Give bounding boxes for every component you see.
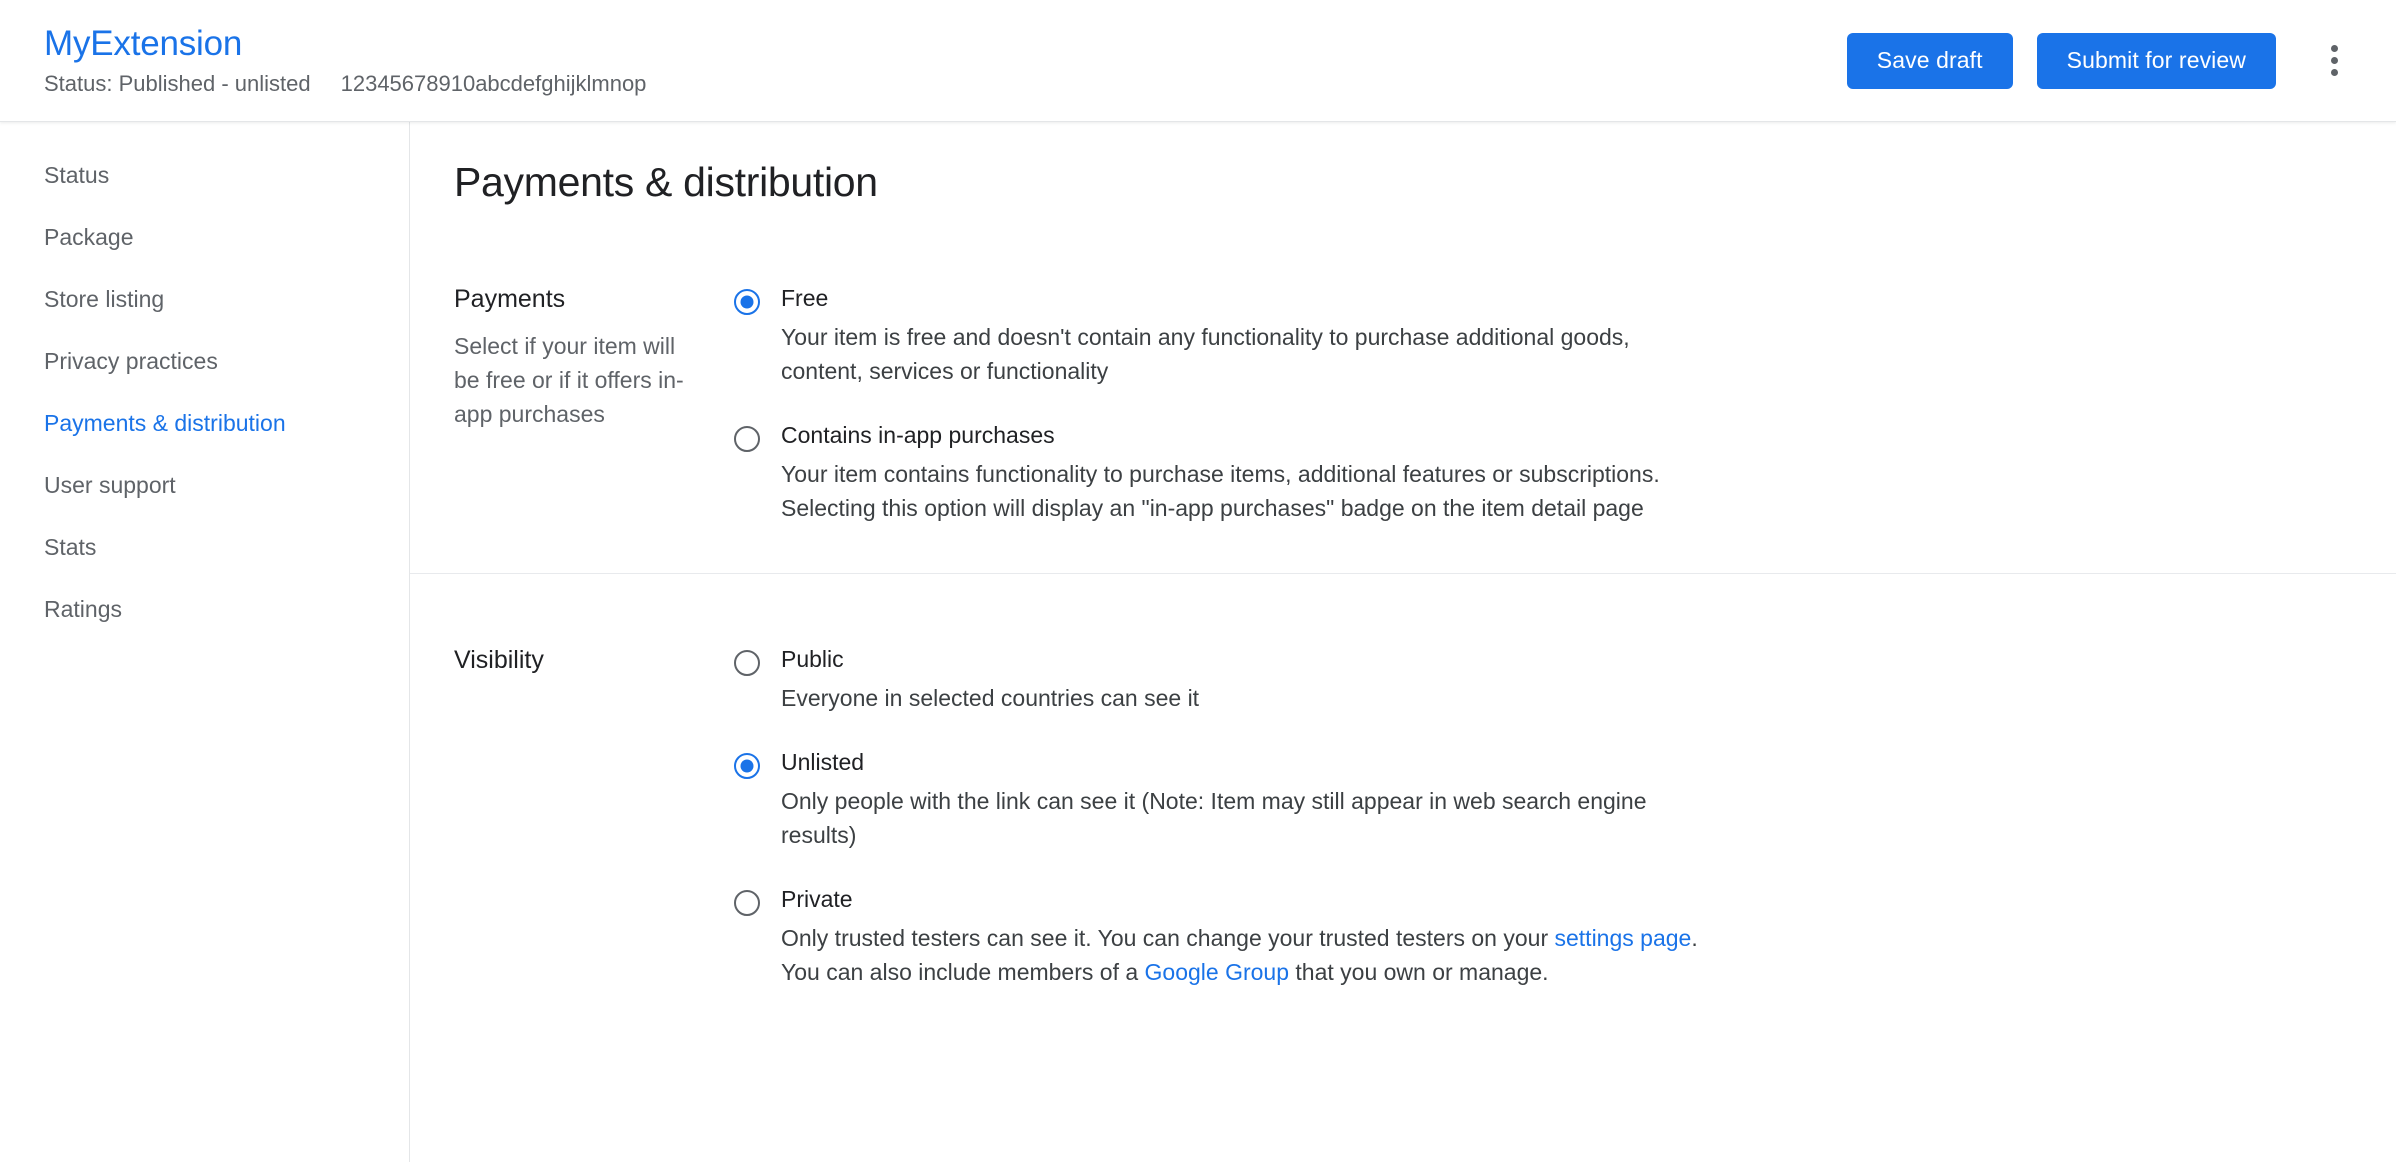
radio-option-private-description: Only trusted testers can see it. You can… bbox=[781, 921, 1716, 989]
private-desc-part2: . bbox=[1691, 925, 1698, 951]
private-desc-part3: You can also include members of a bbox=[781, 959, 1145, 985]
item-id-text: 12345678910abcdefghijklmnop bbox=[340, 71, 647, 96]
payments-label-column: Payments Select if your item will be fre… bbox=[454, 283, 734, 525]
radio-button-icon[interactable] bbox=[734, 753, 760, 779]
header-subline: Status: Published - unlisted 12345678910… bbox=[44, 70, 646, 98]
page-body: Status Package Store listing Privacy pra… bbox=[0, 122, 2396, 1162]
sidebar-item-package[interactable]: Package bbox=[0, 206, 409, 268]
radio-option-public-description: Everyone in selected countries can see i… bbox=[781, 685, 1200, 711]
more-vert-dot bbox=[2330, 45, 2338, 52]
sidebar-item-store-listing[interactable]: Store listing bbox=[0, 268, 409, 330]
sidebar-item-stats[interactable]: Stats bbox=[0, 516, 409, 578]
radio-option-free-text: Free Your item is free and doesn't conta… bbox=[781, 283, 2352, 388]
more-vert-dot bbox=[2330, 69, 2338, 76]
app-header: MyExtension Status: Published - unlisted… bbox=[0, 0, 2396, 122]
radio-option-in-app-purchases[interactable]: Contains in-app purchases Your item cont… bbox=[734, 420, 2352, 525]
radio-option-unlisted-label: Unlisted bbox=[781, 749, 865, 775]
app-title[interactable]: MyExtension bbox=[44, 23, 646, 65]
radio-option-private-text: Private Only trusted testers can see it.… bbox=[781, 884, 2352, 989]
sidebar-item-payments-distribution[interactable]: Payments & distribution bbox=[0, 392, 409, 454]
sidebar-item-status[interactable]: Status bbox=[0, 144, 409, 206]
radio-option-free-description: Your item is free and doesn't contain an… bbox=[781, 324, 1630, 384]
radio-option-free[interactable]: Free Your item is free and doesn't conta… bbox=[734, 283, 2352, 388]
payments-options: Free Your item is free and doesn't conta… bbox=[734, 283, 2352, 525]
sidebar-nav: Status Package Store listing Privacy pra… bbox=[0, 122, 410, 1162]
radio-option-in-app-purchases-text: Contains in-app purchases Your item cont… bbox=[781, 420, 2352, 525]
radio-button-icon[interactable] bbox=[734, 890, 760, 916]
radio-option-public-text: Public Everyone in selected countries ca… bbox=[781, 644, 2352, 715]
radio-option-private[interactable]: Private Only trusted testers can see it.… bbox=[734, 884, 2352, 989]
radio-option-unlisted-text: Unlisted Only people with the link can s… bbox=[781, 747, 2352, 852]
sidebar-item-user-support[interactable]: User support bbox=[0, 454, 409, 516]
page-title: Payments & distribution bbox=[454, 159, 878, 205]
payments-heading: Payments bbox=[454, 285, 566, 313]
radio-option-public-label: Public bbox=[781, 646, 844, 672]
visibility-options: Public Everyone in selected countries ca… bbox=[734, 644, 2352, 989]
private-desc-part1: Only trusted testers can see it. You can… bbox=[781, 925, 1555, 951]
header-actions: Save draft Submit for review bbox=[1846, 32, 2396, 89]
sidebar-item-privacy-practices[interactable]: Privacy practices bbox=[0, 330, 409, 392]
save-draft-button[interactable]: Save draft bbox=[1846, 32, 2013, 89]
settings-page-link[interactable]: settings page bbox=[1555, 925, 1692, 951]
sidebar-item-ratings[interactable]: Ratings bbox=[0, 578, 409, 640]
radio-button-icon[interactable] bbox=[734, 426, 760, 452]
google-group-link[interactable]: Google Group bbox=[1145, 959, 1289, 985]
payments-help-text: Select if your item will be free or if i… bbox=[454, 333, 684, 427]
visibility-section: Visibility Public Everyone in selected c… bbox=[410, 574, 2396, 1029]
private-desc-part4: that you own or manage. bbox=[1289, 959, 1549, 985]
visibility-heading: Visibility bbox=[454, 646, 544, 674]
radio-option-private-label: Private bbox=[781, 886, 853, 912]
payments-section: Payments Select if your item will be fre… bbox=[410, 207, 2396, 574]
submit-for-review-button[interactable]: Submit for review bbox=[2036, 32, 2276, 89]
radio-button-icon[interactable] bbox=[734, 650, 760, 676]
radio-option-free-label: Free bbox=[781, 285, 829, 311]
more-vert-icon[interactable] bbox=[2308, 35, 2360, 87]
more-vert-dot bbox=[2330, 57, 2338, 64]
radio-button-icon[interactable] bbox=[734, 289, 760, 315]
radio-option-public[interactable]: Public Everyone in selected countries ca… bbox=[734, 644, 2352, 715]
main-content: Payments & distribution Payments Select … bbox=[410, 122, 2396, 1162]
radio-option-unlisted-description: Only people with the link can see it (No… bbox=[781, 788, 1647, 848]
header-identity: MyExtension Status: Published - unlisted… bbox=[0, 23, 646, 98]
radio-option-unlisted[interactable]: Unlisted Only people with the link can s… bbox=[734, 747, 2352, 852]
radio-option-in-app-purchases-label: Contains in-app purchases bbox=[781, 422, 1055, 448]
publish-status-text: Status: Published - unlisted bbox=[44, 71, 311, 96]
radio-option-in-app-purchases-description: Your item contains functionality to purc… bbox=[781, 461, 1660, 521]
visibility-label-column: Visibility bbox=[454, 644, 734, 989]
